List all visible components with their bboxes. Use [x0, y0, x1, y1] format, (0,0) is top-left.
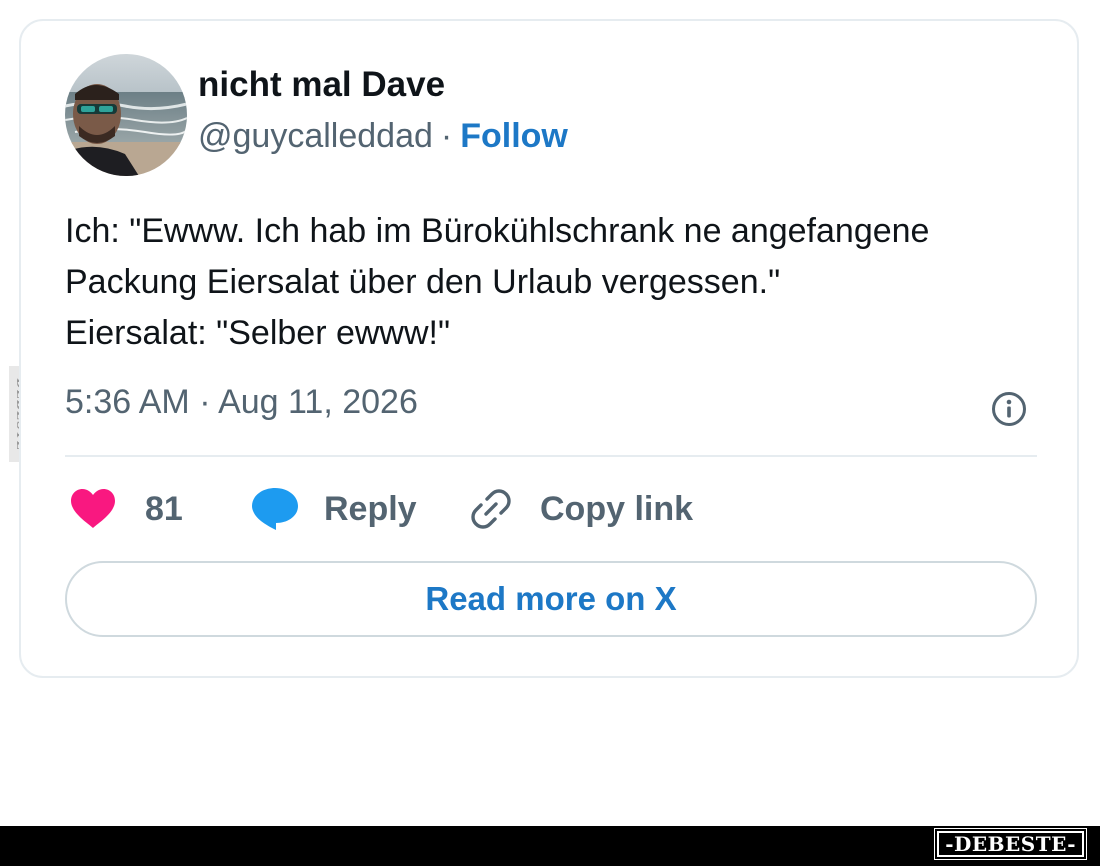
- reply-label: Reply: [324, 489, 417, 528]
- tweet-text-line: Ich: "Ewww. Ich hab im Bürokühlschrank n…: [65, 212, 930, 250]
- link-icon: [471, 489, 511, 529]
- heart-icon: [71, 489, 115, 528]
- author-handle[interactable]: @guycalleddad: [198, 117, 433, 155]
- tweet-text-line: Packung Eiersalat über den Urlaub verges…: [65, 263, 781, 301]
- author-name[interactable]: nicht mal Dave: [198, 65, 445, 105]
- like-count: 81: [145, 489, 183, 528]
- read-more-button[interactable]: Read more on X: [65, 561, 1037, 637]
- tweet-text-line: Eiersalat: "Selber ewww!": [65, 314, 451, 352]
- brand-logo: -DEBESTE-: [934, 828, 1087, 860]
- bottom-bar: -DEBESTE-: [0, 826, 1100, 866]
- info-button[interactable]: [989, 389, 1029, 429]
- reply-button[interactable]: Reply: [250, 481, 417, 537]
- tweet-text: Ich: "Ewww. Ich hab im Bürokühlschrank n…: [65, 206, 1045, 359]
- handle-row: @guycalleddad · Follow: [198, 117, 568, 156]
- page: DEBESTE: [0, 0, 1100, 866]
- avatar-photo: [65, 54, 187, 176]
- handle-separator: ·: [440, 117, 453, 155]
- follow-button[interactable]: Follow: [460, 117, 568, 155]
- copy-link-label: Copy link: [540, 489, 694, 528]
- brand-logo-text: -DEBESTE-: [945, 832, 1076, 856]
- copy-link-button[interactable]: Copy link: [468, 481, 693, 537]
- avatar[interactable]: [65, 54, 187, 176]
- read-more-label: Read more on X: [425, 580, 677, 617]
- tweet-card: nicht mal Dave @guycalleddad · Follow Ich:…: [19, 19, 1079, 678]
- divider: [65, 455, 1037, 457]
- tweet-timestamp[interactable]: 5:36 AM · Aug 11, 2026: [65, 383, 418, 422]
- info-circle-icon: [992, 392, 1026, 426]
- speech-bubble-icon: [252, 488, 298, 530]
- like-button[interactable]: 81: [69, 481, 183, 537]
